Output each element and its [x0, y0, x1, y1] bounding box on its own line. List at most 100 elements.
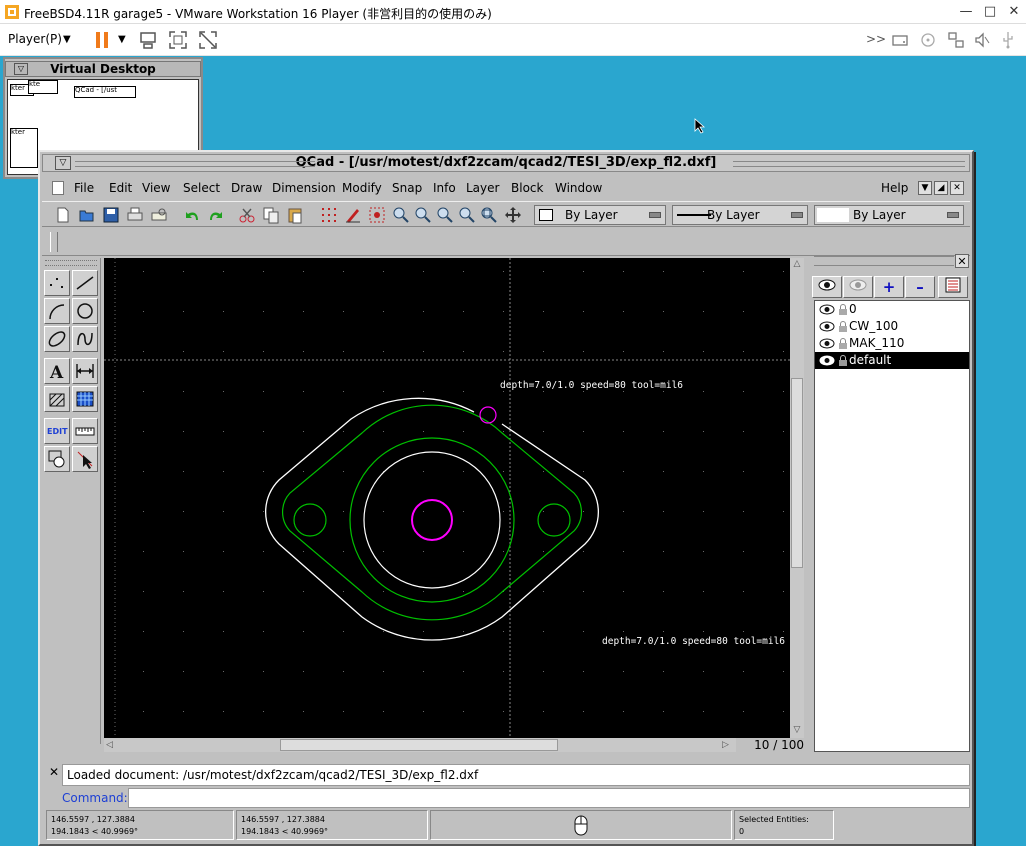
minimize-button[interactable]: —: [954, 2, 978, 22]
sound-card-icon[interactable]: [972, 30, 992, 50]
layer-lock-icon[interactable]: [838, 338, 848, 349]
usb-device-icon[interactable]: [998, 30, 1018, 50]
undo-icon[interactable]: [184, 206, 202, 224]
close-button[interactable]: ✕: [1002, 2, 1026, 22]
maximize-button[interactable]: □: [978, 2, 1002, 22]
scroll-right-icon[interactable]: ▷: [722, 738, 734, 752]
menu-draw[interactable]: Draw: [231, 181, 262, 195]
zoom-previous-icon[interactable]: [458, 206, 476, 224]
ellipses-tool-button[interactable]: [44, 326, 70, 352]
mini-window[interactable]: kte: [28, 80, 58, 94]
mdi-minimize-button[interactable]: ▼: [918, 181, 932, 195]
edit-tool-button[interactable]: EDIT: [44, 418, 70, 444]
send-ctrl-alt-del-icon[interactable]: [138, 30, 158, 50]
hatch-tool-button[interactable]: [44, 386, 70, 412]
grid-icon[interactable]: [320, 206, 338, 224]
layer-visible-eye-icon[interactable]: [819, 321, 835, 332]
menu-file[interactable]: File: [74, 181, 94, 195]
menu-dimension[interactable]: Dimension: [272, 181, 336, 195]
panel-handle[interactable]: [814, 256, 954, 266]
fullscreen-icon[interactable]: [168, 30, 188, 50]
menu-snap[interactable]: Snap: [392, 181, 422, 195]
vertical-scroll-thumb[interactable]: [791, 378, 803, 568]
network-adapter-icon[interactable]: [946, 30, 966, 50]
window-menu-icon[interactable]: ▽: [55, 156, 71, 170]
arcs-tool-button[interactable]: [44, 298, 70, 324]
pager-close-icon[interactable]: ▽: [14, 63, 28, 75]
linetype-combo[interactable]: By Layer: [672, 205, 808, 225]
zoom-pan-icon[interactable]: [504, 206, 522, 224]
mdi-close-button[interactable]: ✕: [950, 181, 964, 195]
layer-row[interactable]: 0: [815, 301, 969, 318]
select-tool-button[interactable]: [72, 446, 98, 472]
drawing-canvas[interactable]: depth=7.0/1.0 speed=80 tool=mil6 depth=7…: [104, 258, 790, 738]
redo-icon[interactable]: [206, 206, 224, 224]
menu-block[interactable]: Block: [511, 181, 543, 195]
layer-lock-icon[interactable]: [838, 321, 848, 332]
layer-lock-icon[interactable]: [838, 355, 848, 366]
menu-info[interactable]: Info: [433, 181, 456, 195]
edit-layer-button[interactable]: [938, 276, 968, 298]
zoom-in-icon[interactable]: [392, 206, 410, 224]
layer-panel-close-icon[interactable]: ✕: [955, 254, 969, 268]
redraw-icon[interactable]: [368, 206, 386, 224]
horizontal-scroll-thumb[interactable]: [280, 739, 558, 751]
horizontal-scrollbar[interactable]: ◁ ▷: [104, 738, 736, 752]
mini-window[interactable]: kter: [10, 128, 38, 168]
scroll-up-icon[interactable]: △: [791, 258, 803, 270]
unity-icon[interactable]: [198, 30, 218, 50]
add-layer-button[interactable]: +: [874, 276, 904, 298]
mini-window[interactable]: QCad - [/ust: [74, 86, 136, 98]
cd-rom-icon[interactable]: [918, 30, 938, 50]
menu-view[interactable]: View: [142, 181, 170, 195]
layer-row-selected[interactable]: default: [815, 352, 969, 369]
menu-select[interactable]: Select: [183, 181, 220, 195]
save-icon[interactable]: [102, 206, 120, 224]
hide-all-layers-button[interactable]: [843, 276, 873, 298]
lines-tool-button[interactable]: [72, 270, 98, 296]
points-tool-button[interactable]: [44, 270, 70, 296]
layer-list[interactable]: 0 CW_100 MAK_110 default: [814, 300, 970, 752]
vertical-scrollbar[interactable]: △ ▽: [790, 258, 804, 738]
color-combo[interactable]: By Layer: [534, 205, 666, 225]
menu-modify[interactable]: Modify: [342, 181, 382, 195]
layer-visible-eye-icon[interactable]: [819, 304, 835, 315]
command-input[interactable]: [128, 788, 970, 808]
block-tool-button[interactable]: [44, 446, 70, 472]
player-menu[interactable]: Player(P): [8, 32, 62, 46]
menu-layer[interactable]: Layer: [466, 181, 499, 195]
open-file-icon[interactable]: [78, 206, 96, 224]
layer-visible-eye-icon[interactable]: [819, 355, 835, 366]
pause-dropdown-icon[interactable]: ▼: [118, 34, 126, 45]
panel-handle[interactable]: [45, 260, 97, 266]
zoom-out-icon[interactable]: [414, 206, 432, 224]
circles-tool-button[interactable]: [72, 298, 98, 324]
zoom-auto-icon[interactable]: [436, 206, 454, 224]
player-menu-dropdown-icon[interactable]: ▼: [63, 34, 71, 45]
print-preview-icon[interactable]: [150, 206, 168, 224]
menu-help[interactable]: Help: [881, 181, 908, 195]
document-icon[interactable]: [52, 181, 64, 195]
layer-row[interactable]: MAK_110: [815, 335, 969, 352]
pause-icon[interactable]: [92, 30, 112, 50]
more-devices-icon[interactable]: >>: [866, 32, 886, 46]
layer-lock-icon[interactable]: [838, 304, 848, 315]
mdi-restore-button[interactable]: ◢: [934, 181, 948, 195]
toolbar-handle[interactable]: [50, 232, 58, 252]
draft-mode-icon[interactable]: [344, 206, 362, 224]
command-close-icon[interactable]: ✕: [48, 766, 60, 778]
scroll-down-icon[interactable]: ▽: [791, 724, 803, 736]
print-icon[interactable]: [126, 206, 144, 224]
tool-label-top[interactable]: depth=7.0/1.0 speed=80 tool=mil6: [500, 380, 683, 391]
measure-tool-button[interactable]: [72, 418, 98, 444]
layer-visible-eye-icon[interactable]: [819, 338, 835, 349]
menu-edit[interactable]: Edit: [109, 181, 132, 195]
scroll-left-icon[interactable]: ◁: [106, 738, 118, 752]
text-tool-button[interactable]: A: [44, 358, 70, 384]
remove-layer-button[interactable]: –: [905, 276, 935, 298]
copy-icon[interactable]: [262, 206, 280, 224]
dimensions-tool-button[interactable]: [72, 358, 98, 384]
splines-tool-button[interactable]: [72, 326, 98, 352]
paste-icon[interactable]: [286, 206, 304, 224]
show-all-layers-button[interactable]: [812, 276, 842, 298]
